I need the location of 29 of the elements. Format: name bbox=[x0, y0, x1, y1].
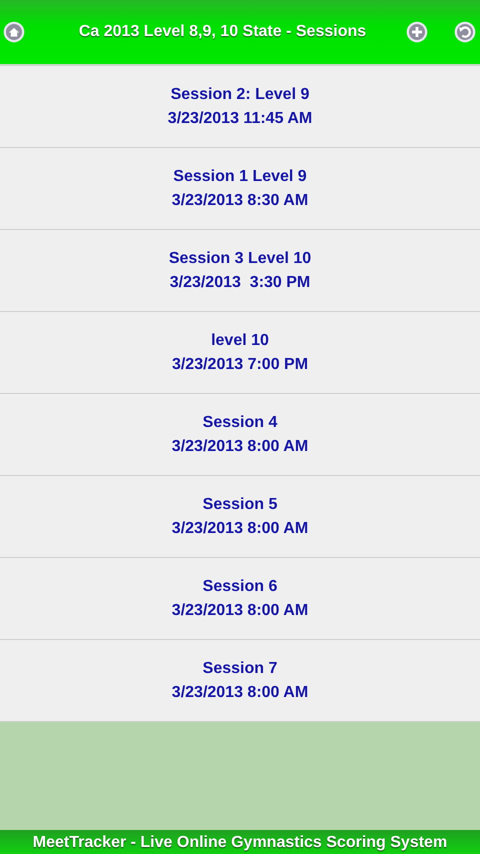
home-button[interactable] bbox=[3, 21, 25, 43]
session-item[interactable]: Session 7 3/23/2013 8:00 AM bbox=[0, 640, 480, 722]
session-time: 3/23/2013 8:00 AM bbox=[172, 520, 308, 538]
session-item[interactable]: Session 1 Level 9 3/23/2013 8:30 AM bbox=[0, 148, 480, 230]
session-name: Session 6 bbox=[202, 578, 278, 596]
session-time: 3/23/2013 11:45 AM bbox=[168, 110, 312, 128]
session-name: Session 2: Level 9 bbox=[170, 86, 310, 104]
session-time: 3/23/2013 8:00 AM bbox=[172, 684, 308, 702]
session-time: 3/23/2013 7:00 PM bbox=[172, 356, 308, 374]
session-item[interactable]: Session 4 3/23/2013 8:00 AM bbox=[0, 394, 480, 476]
session-item[interactable]: Session 2: Level 9 3/23/2013 11:45 AM bbox=[0, 66, 480, 148]
session-time: 3/23/2013 3:30 PM bbox=[170, 274, 310, 292]
session-item[interactable]: Session 5 3/23/2013 8:00 AM bbox=[0, 476, 480, 558]
add-button[interactable] bbox=[406, 21, 428, 43]
session-name: Session 4 bbox=[202, 414, 278, 432]
session-time: 3/23/2013 8:00 AM bbox=[172, 438, 308, 456]
session-name: level 10 bbox=[211, 332, 269, 350]
session-name: Session 3 Level 10 bbox=[168, 250, 312, 268]
refresh-button[interactable] bbox=[454, 21, 476, 43]
footer-text: MeetTracker - Live Online Gymnastics Scoring System bbox=[0, 830, 480, 854]
session-name: Session 7 bbox=[202, 660, 278, 678]
session-time: 3/23/2013 8:00 AM bbox=[172, 602, 308, 620]
session-item[interactable]: Session 6 3/23/2013 8:00 AM bbox=[0, 558, 480, 640]
session-item[interactable]: Session 3 Level 10 3/23/2013 3:30 PM bbox=[0, 230, 480, 312]
header-title: Ca 2013 Level 8,9, 10 State - Sessions bbox=[78, 23, 368, 41]
session-item[interactable]: level 10 3/23/2013 7:00 PM bbox=[0, 312, 480, 394]
session-name: Session 5 bbox=[202, 496, 278, 514]
session-time: 3/23/2013 8:30 AM bbox=[172, 192, 308, 210]
session-name: Session 1 Level 9 bbox=[173, 168, 307, 186]
